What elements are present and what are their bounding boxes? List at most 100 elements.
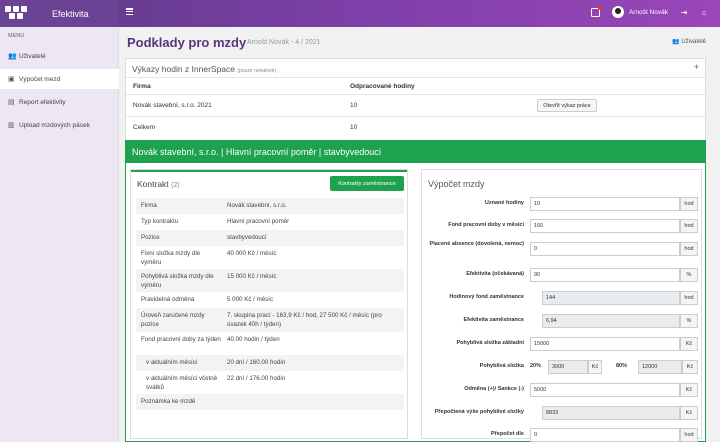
expected-efficiency-input[interactable]: 90	[530, 268, 680, 282]
calc-label: Pohyblivá složka	[479, 363, 524, 369]
calc-row-split: Pohyblivá složka 20% 3000 Kč 80% 12000 K…	[422, 358, 703, 378]
calc-row: Odměna (+)/ Sankce (-) 5000 Kč	[422, 381, 703, 401]
user-name[interactable]: Arnošt Novák	[629, 9, 668, 16]
contract-row: Pohyblivá složka mzdy dle výměru 15 000 K…	[136, 269, 404, 292]
unit-label: %	[680, 314, 698, 328]
unit-label: hod	[680, 197, 698, 211]
contract-value: stavbyvedoucí	[227, 234, 267, 241]
column-header-hours: Odpracované hodiny	[350, 83, 415, 90]
contract-key: Firma	[141, 202, 157, 209]
contract-value: 15 000 Kč / měsíc	[227, 273, 277, 280]
recalc-by-input[interactable]: 0	[530, 428, 680, 442]
contract-key: Typ kontraktu	[141, 218, 179, 225]
calc-label: Pohyblivá složka základní	[456, 340, 524, 346]
firm-cell: Novák stavební, s.r.o. 2021	[133, 102, 212, 109]
calc-row: Efektivita (očekávaná) 90 %	[422, 266, 703, 286]
open-timesheet-button[interactable]: Otevřít výkaz práce	[537, 99, 597, 112]
calc-label: Fond pracovní doby v měsíci	[448, 222, 524, 228]
contract-card: Novák stavební, s.r.o. | Hlavní pracovní…	[125, 140, 706, 442]
sidebar: MENU 👥 Uživatelé ▣ Výpočet mezd ▤ Report…	[0, 27, 119, 442]
contract-key: Pravidelná odměna	[141, 296, 195, 303]
contract-row: Fond pracovní doby za týden 40.00 hodin /…	[136, 332, 404, 355]
expand-plus-icon[interactable]: +	[694, 62, 699, 72]
paid-absence-input[interactable]: 0	[530, 242, 680, 256]
hours-card-title-note: (pouze nenulové)	[237, 68, 277, 74]
unit-label: %	[680, 268, 698, 282]
unit-label: Kč	[680, 337, 698, 351]
split-value-1-field: 3000	[548, 360, 588, 374]
employee-contracts-button[interactable]: Kontrakty zaměstnance	[330, 176, 404, 191]
notifications-icon[interactable]	[590, 5, 602, 17]
recalculated-variable-field: 8833	[542, 406, 680, 420]
users-link[interactable]: 👥 Uživatelé	[672, 38, 706, 45]
contract-key: Pohyblivá složka mzdy dle výměru	[141, 273, 214, 289]
hourly-fund-field: 144	[542, 291, 680, 305]
calc-row: Efektivita zaměstnance 6,94 %	[422, 312, 703, 332]
calc-row: Přepočtená výše pohyblivé složky 8833 Kč	[422, 404, 703, 424]
contract-key: Fixní složka mzdy dle výměru	[141, 250, 201, 266]
split-value-2-field: 12000	[638, 360, 682, 374]
calc-label: Placené absence (dovolená, nemoc)	[429, 241, 524, 247]
salary-calc-title: Výpočet mzdy	[428, 179, 485, 189]
sidebar-item-users[interactable]: 👥 Uživatelé	[0, 46, 119, 66]
calc-row: Přepočet dle 0 hod	[422, 426, 703, 442]
contract-count: (2)	[171, 182, 180, 189]
contract-key: Poznámka ke mzdě	[141, 398, 196, 405]
sidebar-item-label: Upload mzdových pásek	[19, 121, 90, 129]
contract-value: 20 dní / 160.00 hodin	[227, 359, 286, 366]
sidebar-item-label: Výpočet mezd	[19, 75, 61, 83]
unit-label: Kč	[680, 406, 698, 420]
calc-label: Efektivita zaměstnance	[463, 317, 524, 323]
avatar[interactable]	[611, 6, 624, 18]
contract-value: Hlavní pracovní poměr	[227, 218, 290, 225]
employee-efficiency-field: 6,94	[542, 314, 680, 328]
contract-row: Typ kontraktu Hlavní pracovní poměr	[136, 214, 404, 230]
contract-row: Pozice stavbyvedoucí	[136, 230, 404, 246]
recognized-hours-input[interactable]: 10	[530, 197, 680, 211]
contract-row: Úroveň zaručené mzdy pozice 7. skupina pr…	[136, 308, 404, 332]
contract-value: 5 000 Kč / měsíc	[227, 296, 274, 303]
sidebar-item-upload[interactable]: ▥ Upload mzdových pásek	[0, 115, 119, 135]
upload-icon: ▥	[8, 122, 15, 129]
bonus-sanction-input[interactable]: 5000	[530, 383, 680, 397]
variable-base-input[interactable]: 15000	[530, 337, 680, 351]
contract-row: Firma Novák stavební, s.r.o.	[136, 198, 404, 214]
unit-label: Kč	[682, 360, 698, 374]
contract-value: 7. skupina prací - 163,9 Kč / hod, 27 50…	[227, 312, 382, 328]
hours-cell: 10	[350, 102, 358, 109]
unit-label: Kč	[680, 383, 698, 397]
calc-label: Uznané hodiny	[484, 200, 524, 206]
sidebar-item-salary-calc[interactable]: ▣ Výpočet mezd	[0, 69, 119, 89]
page-title: Podklady pro mzdy	[127, 35, 247, 50]
sidebar-item-report[interactable]: ▤ Report efektivity	[0, 92, 119, 112]
app-name: Efektivita	[52, 9, 89, 19]
contract-row: v aktuálním měsíci včetně svátků 22 dní /…	[136, 371, 404, 394]
contract-row: Pravidelná odměna 5 000 Kč / měsíc	[136, 292, 404, 308]
table-row: Novák stavební, s.r.o. 2021 10 Otevřít v…	[126, 94, 707, 116]
hours-card-title: Výkazy hodin z InnerSpace (pouze nenulov…	[132, 64, 276, 74]
salary-calc-panel: Výpočet mzdy Uznané hodiny 10 hod Fond p…	[421, 169, 703, 442]
bank-icon[interactable]: ⌂	[700, 8, 708, 17]
menu-toggle-icon[interactable]	[126, 8, 133, 16]
calc-label: Odměna (+)/ Sankce (-)	[464, 386, 524, 392]
column-header-firm: Firma	[133, 83, 151, 90]
calc-row: Pohyblivá složka základní 15000 Kč	[422, 335, 703, 355]
logo-icon	[5, 6, 27, 21]
work-fund-input[interactable]: 160	[530, 219, 680, 233]
brand[interactable]: Efektivita	[0, 0, 119, 27]
hours-card-title-text: Výkazy hodin z InnerSpace	[132, 64, 236, 74]
logout-icon[interactable]: ⇥	[680, 8, 688, 17]
contract-row: Fixní složka mzdy dle výměru 40 000 Kč / …	[136, 246, 404, 269]
calc-row: Fond pracovní doby v měsíci 160 hod	[422, 217, 703, 237]
top-navbar: Efektivita Arnošt Novák ⇥ ⌂	[0, 0, 720, 27]
contract-header: Novák stavební, s.r.o. | Hlavní pracovní…	[126, 141, 705, 163]
contract-key: v aktuálním měsíci	[146, 359, 198, 366]
calc-row: Uznané hodiny 10 hod	[422, 195, 703, 215]
contract-key: Pozice	[141, 234, 160, 241]
contract-value: 22 dní / 176.00 hodin	[227, 375, 286, 382]
unit-label: hod	[680, 428, 698, 442]
total-value: 10	[350, 124, 358, 131]
page-subtitle: Arnošt Novák - 4 / 2021	[247, 39, 321, 46]
unit-label: hod	[680, 242, 698, 256]
users-icon: 👥	[672, 39, 682, 45]
